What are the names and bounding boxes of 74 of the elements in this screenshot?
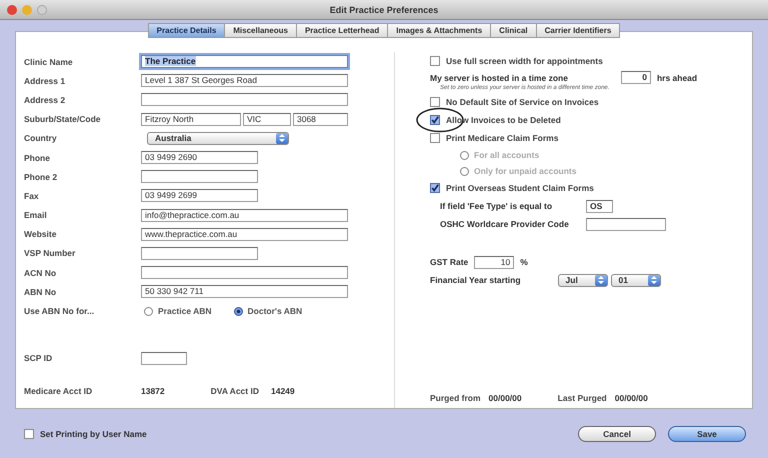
text-field[interactable] xyxy=(141,93,348,106)
field-label: ACN No xyxy=(24,268,58,278)
radio-option[interactable]: Practice ABN xyxy=(144,306,212,316)
save-button[interactable]: Save xyxy=(668,426,746,442)
close-icon[interactable] xyxy=(7,4,17,14)
hours-suffix: hrs ahead xyxy=(656,72,698,82)
account-id: 13872 xyxy=(141,386,165,396)
field-label: OSHC Worldcare Provider Code xyxy=(440,219,570,229)
field-label: If field 'Fee Type' is equal to xyxy=(440,201,554,211)
purge-label: Purged from xyxy=(430,393,481,403)
field-label: Phone xyxy=(24,152,51,163)
text-field[interactable]: 3068 xyxy=(293,112,348,126)
field-label: Address 1 xyxy=(24,76,66,86)
tab[interactable]: Miscellaneous xyxy=(225,23,297,38)
field-label: Website xyxy=(24,229,58,240)
stepper-icon xyxy=(276,132,288,144)
field-label: VSP Number xyxy=(24,248,76,258)
tab[interactable]: Carrier Identifiers xyxy=(536,23,620,38)
field-label: Email xyxy=(24,210,48,220)
tab[interactable]: Practice Details xyxy=(148,23,226,38)
field-label: Address 2 xyxy=(24,94,66,105)
purge-date: 00/00/00 xyxy=(614,393,648,403)
hours-field[interactable]: 0 xyxy=(620,71,651,84)
text-field[interactable]: 03 9499 2699 xyxy=(141,189,258,202)
text-field[interactable] xyxy=(141,352,187,365)
dropdown[interactable]: 01 xyxy=(610,274,661,286)
text-field[interactable]: The Practice xyxy=(141,55,348,68)
checkbox-option[interactable]: Use full screen width for appointments xyxy=(430,52,603,70)
text-field[interactable]: info@thepractice.com.au xyxy=(141,208,348,222)
check-icon xyxy=(431,183,439,193)
rate-label: GST Rate xyxy=(430,257,468,267)
checkbox-option[interactable]: Print Overseas Student Claim Forms xyxy=(430,179,594,197)
text-field[interactable]: 50 330 942 711 xyxy=(141,285,348,298)
field-label: ABN No xyxy=(24,286,58,297)
account-id: 14249 xyxy=(270,386,295,396)
purge-date: 00/00/00 xyxy=(488,393,522,403)
text-field[interactable]: Level 1 387 St Georges Road xyxy=(141,74,348,88)
percent-sign: % xyxy=(520,257,528,267)
account-label: DVA Acct ID xyxy=(210,386,259,396)
field-label: Suburb/State/Code xyxy=(24,114,102,124)
text-field[interactable]: VIC xyxy=(243,112,291,126)
stepper-icon xyxy=(594,274,607,286)
cancel-button[interactable]: Cancel xyxy=(578,426,656,442)
dropdown[interactable]: Jul xyxy=(558,274,608,286)
field-label: Phone 2 xyxy=(24,172,58,182)
text-field[interactable] xyxy=(141,246,258,260)
purge-label: Last Purged xyxy=(558,393,607,403)
country-select[interactable]: Australia xyxy=(147,132,289,145)
checkbox-option[interactable]: Print Medicare Claim Forms xyxy=(430,129,558,147)
financial-year-label: Financial Year starting xyxy=(430,275,521,285)
text-field[interactable] xyxy=(586,218,666,230)
stepper-icon xyxy=(648,274,660,286)
rate-field[interactable]: 10 xyxy=(474,256,514,268)
text-field[interactable] xyxy=(141,266,348,280)
tab[interactable]: Practice Letterhead xyxy=(296,23,388,38)
field-label: Country xyxy=(24,133,58,144)
text-field[interactable]: OS xyxy=(586,200,613,212)
checkbox-option[interactable]: Set Printing by User Name xyxy=(24,424,147,442)
text-field[interactable]: Fitzroy North xyxy=(141,112,241,126)
field-label: Fax xyxy=(24,190,40,201)
check-icon xyxy=(431,115,439,125)
tab[interactable]: Clinical xyxy=(491,23,537,38)
text-field[interactable]: 03 9499 2690 xyxy=(141,151,258,164)
window-title: Edit Practice Preferences xyxy=(330,4,438,14)
radio-option[interactable]: Doctor's ABN xyxy=(234,306,302,316)
text-field[interactable]: www.thepractice.com.au xyxy=(141,228,348,241)
field-label: Use ABN No for... xyxy=(24,306,96,316)
field-label: SCP ID xyxy=(24,353,54,364)
account-label: Medicare Acct ID xyxy=(24,386,94,396)
field-label: Clinic Name xyxy=(24,56,74,67)
tab[interactable]: Images & Attachments xyxy=(388,23,492,38)
text-field[interactable] xyxy=(141,170,258,184)
timezone-label: My server is hosted in a time zone xyxy=(430,72,568,82)
checkbox-option[interactable]: No Default Site of Service on Invoices xyxy=(430,93,599,111)
